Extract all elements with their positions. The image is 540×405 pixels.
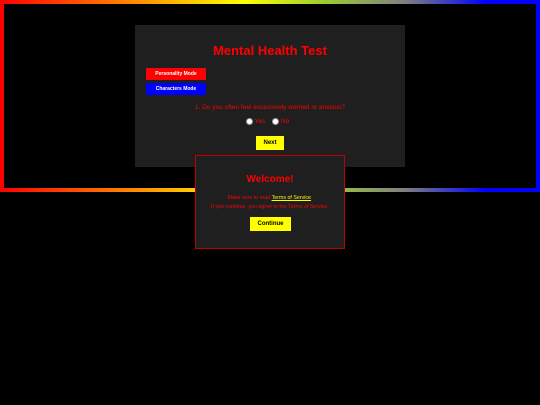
yes-radio-icon[interactable] [245,118,253,125]
page-title: Mental Health Test [213,43,327,58]
no-label[interactable]: No [281,118,289,125]
question-text: 1. Do you often feel excessively worried… [195,104,345,111]
personality-mode-button[interactable]: Personality Mode [146,68,206,80]
terms-of-service-link[interactable]: Terms of Service [272,195,311,201]
characters-mode-button[interactable]: Characters Mode [146,83,206,95]
answer-options: Yes No [135,118,405,125]
yes-label[interactable]: Yes [255,118,266,125]
page: Mental Health Test Personality Mode Char… [0,0,540,405]
continue-button[interactable]: Continue [250,217,291,231]
modal-message-suffix: . [311,195,313,201]
modal-title: Welcome! [246,174,294,185]
test-card: Mental Health Test Personality Mode Char… [135,25,405,167]
modal-message-prefix: Make sure to read [227,195,272,201]
welcome-modal: Welcome! Make sure to read Terms of Serv… [195,155,345,249]
modal-agreement-text: If you continue, you agree to the Terms … [211,204,329,210]
no-radio-icon[interactable] [272,118,280,125]
modal-message: Make sure to read Terms of Service. [196,195,344,201]
next-button[interactable]: Next [256,136,284,150]
